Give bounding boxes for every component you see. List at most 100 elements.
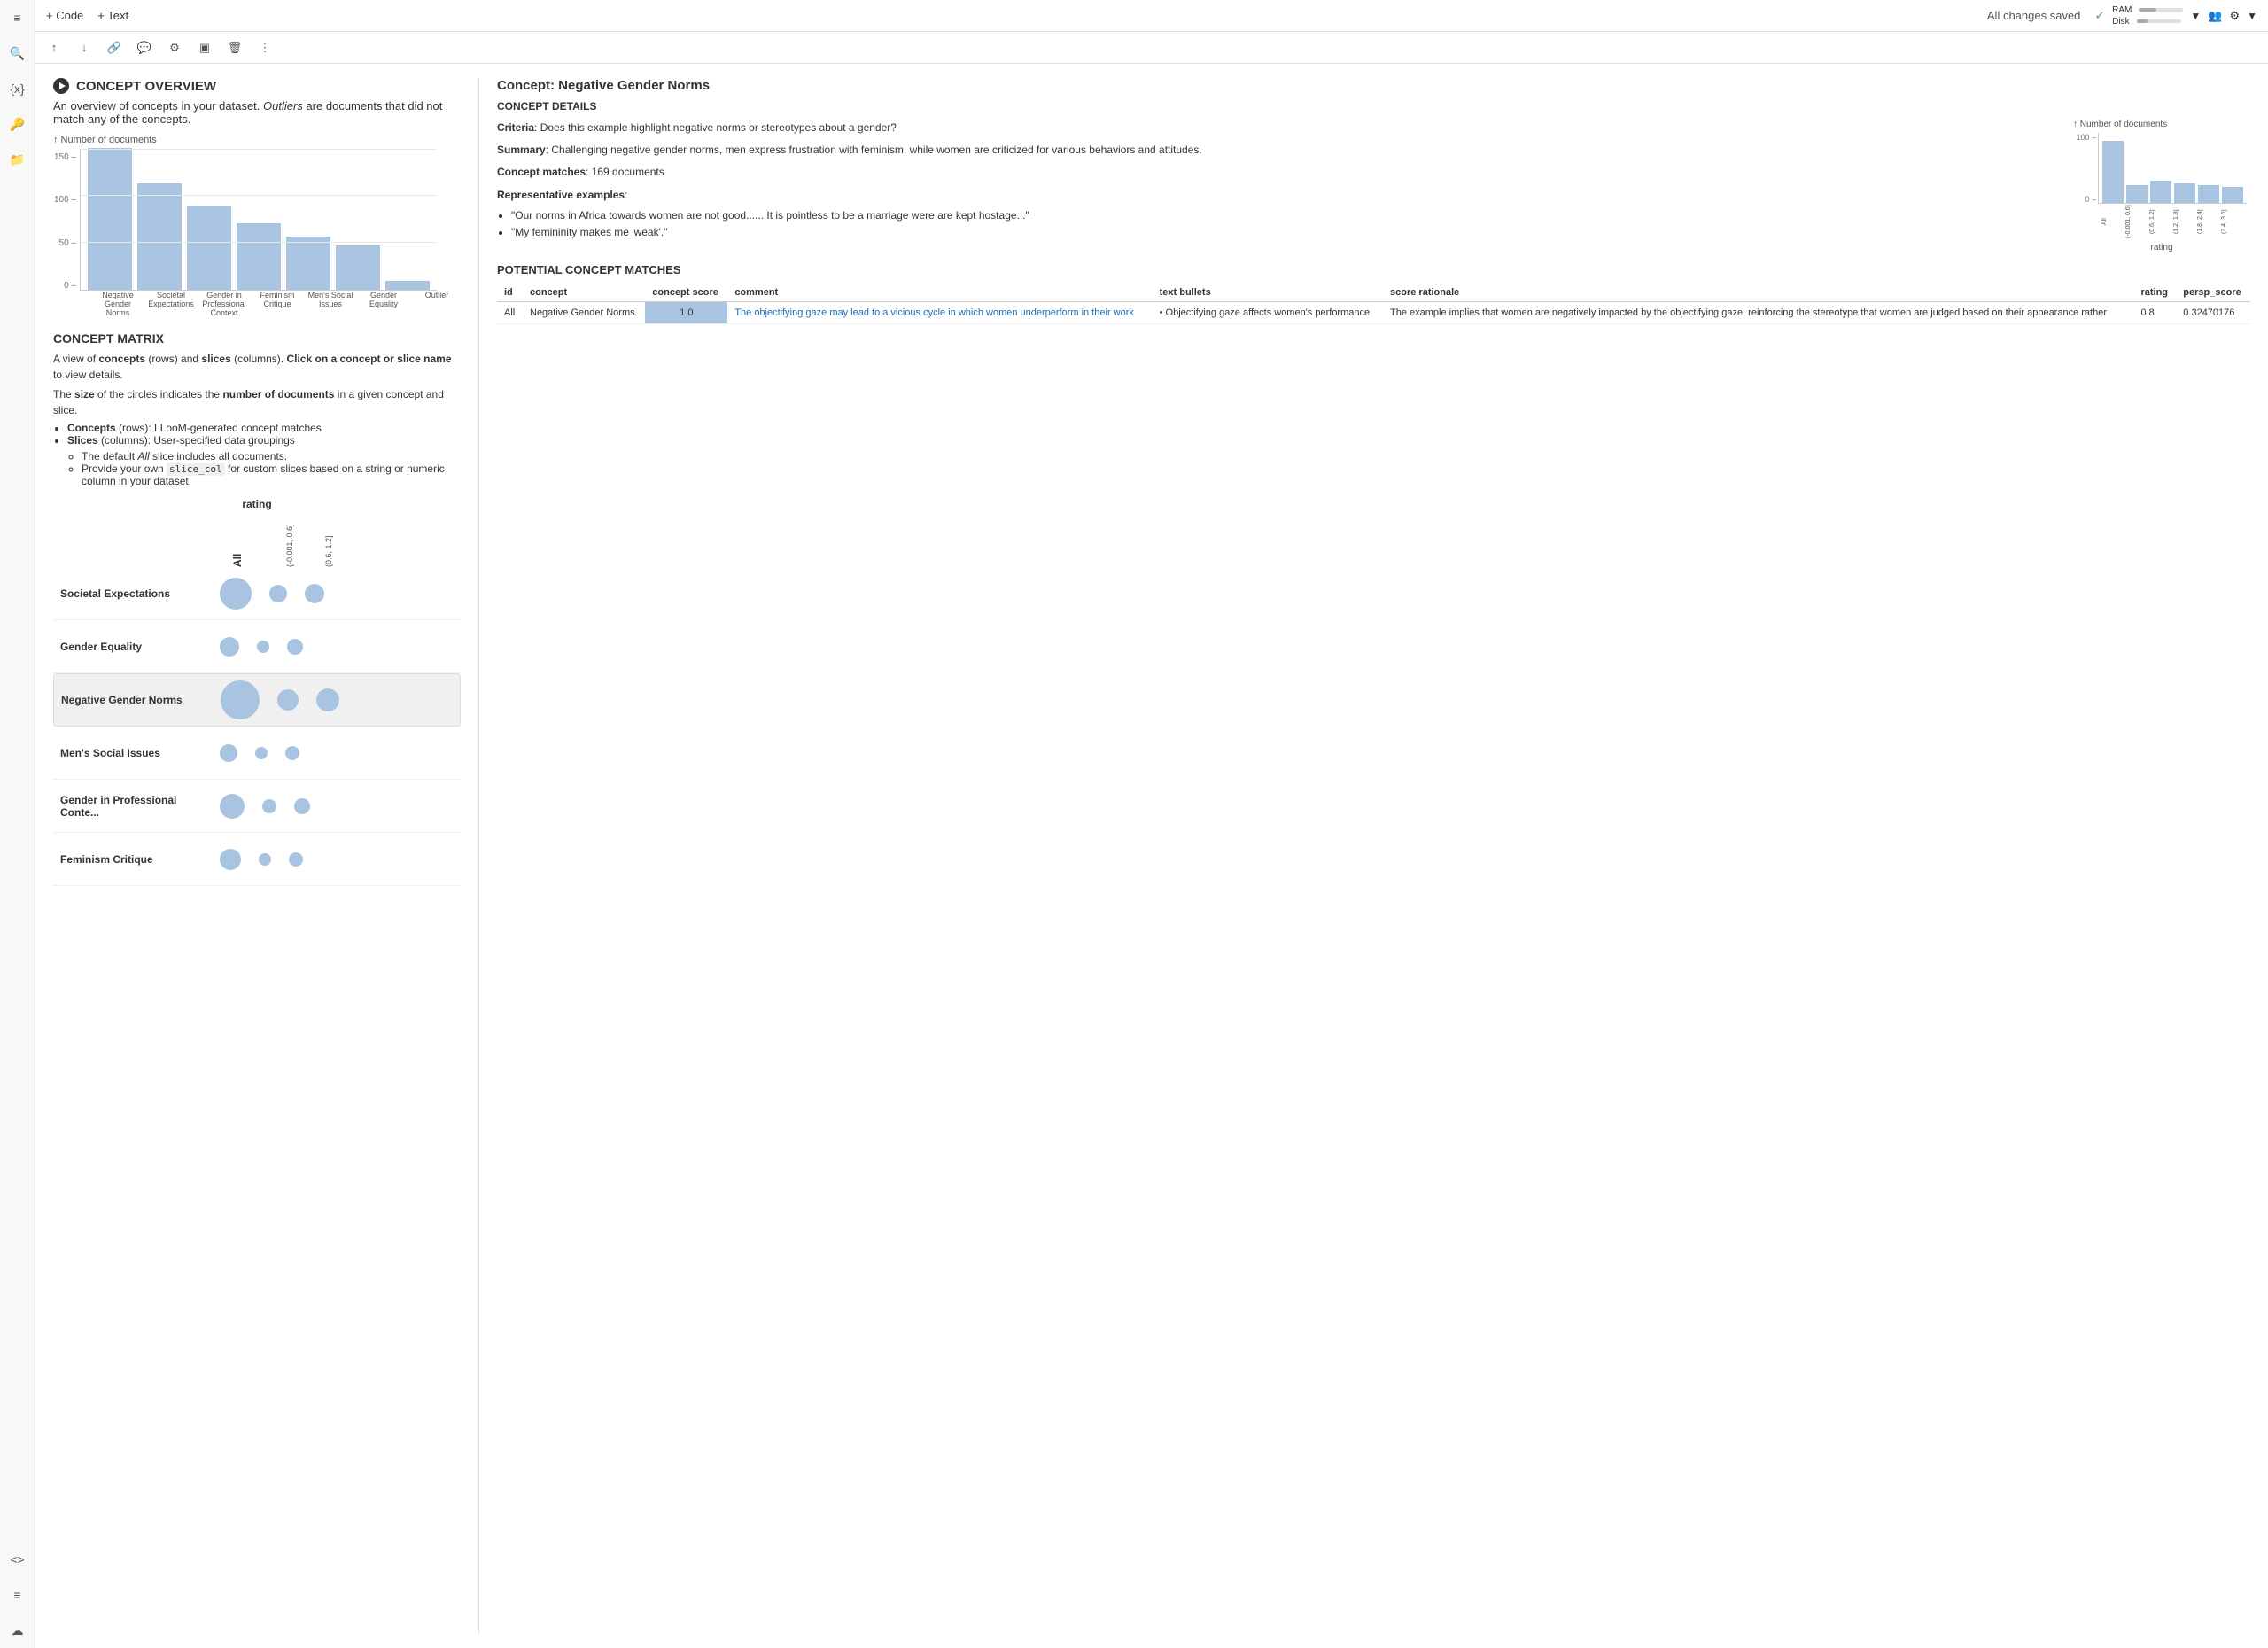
circle-2 — [285, 746, 299, 760]
col-rating[interactable]: rating — [2133, 284, 2176, 302]
bar-gender-professional[interactable] — [187, 206, 231, 290]
row-negative-gender-norms[interactable]: Negative Gender Norms — [53, 673, 461, 727]
sub-bullet-all: The default All slice includes all docum… — [82, 450, 461, 463]
row-feminism-critique[interactable]: Feminism Critique — [53, 833, 461, 886]
col-header-all[interactable]: All — [220, 523, 255, 567]
settings-icon[interactable]: ⚙ — [2229, 9, 2240, 23]
matrix-area: rating All (-0.001, 0.6] (0.6, 1.2] Soci… — [53, 498, 461, 886]
comment-btn[interactable]: 💬 — [133, 36, 156, 59]
matrix-desc-1: A view of concepts (rows) and slices (co… — [53, 351, 461, 383]
sidebar-key-icon[interactable]: 🔑 — [7, 113, 28, 135]
bar-outlier[interactable] — [385, 281, 430, 290]
bullet-concepts: Concepts (rows): LLooM-generated concept… — [67, 422, 461, 434]
label-gender-prof: Gender in Professional Context — [200, 291, 248, 317]
row-societal-expectations[interactable]: Societal Expectations — [53, 567, 461, 620]
cell-rationale: The example implies that women are negat… — [1383, 302, 2133, 324]
cell-rating: 0.8 — [2133, 302, 2176, 324]
gear-btn[interactable]: ⚙ — [163, 36, 186, 59]
cell-comment: The objectifying gaze may lead to a vici… — [727, 302, 1152, 324]
tablet-btn[interactable]: ▣ — [193, 36, 216, 59]
more-btn[interactable]: ⋮ — [253, 36, 276, 59]
bar-fill — [88, 148, 132, 290]
row-mens-social-issues[interactable]: Men's Social Issues — [53, 727, 461, 780]
code-button[interactable]: + Code — [46, 9, 83, 22]
label-societal: Societal Expectations — [147, 291, 195, 317]
col-comment[interactable]: comment — [727, 284, 1152, 302]
circle-all — [220, 578, 252, 610]
bar-societal-expectations[interactable] — [137, 183, 182, 290]
row-gender-equality[interactable]: Gender Equality — [53, 620, 461, 673]
sidebar-list-icon[interactable]: ≡ — [7, 1584, 28, 1605]
bar-labels: Negative Gender Norms Societal Expectati… — [87, 291, 461, 317]
text-button[interactable]: + Text — [97, 9, 128, 22]
col-header-2[interactable]: (0.6, 1.2] — [312, 514, 333, 567]
sidebar-variables-icon[interactable]: {x} — [7, 78, 28, 99]
expand-icon[interactable]: ▼ — [2247, 10, 2257, 22]
sidebar-code-icon[interactable]: <> — [7, 1549, 28, 1570]
sidebar-cloud-icon[interactable]: ☁ — [7, 1620, 28, 1641]
link-btn[interactable]: 🔗 — [103, 36, 126, 59]
circle-2 — [316, 688, 339, 711]
topbar: + Code + Text All changes saved ✓ RAM Di… — [35, 0, 2268, 32]
col-score[interactable]: concept score — [645, 284, 727, 302]
overview-chart: ↑ Number of documents 150 – 100 – 50 – 0… — [53, 135, 461, 317]
play-button[interactable] — [53, 78, 69, 94]
bar-feminism-critique[interactable] — [237, 223, 281, 290]
col-persp[interactable]: persp_score — [2176, 284, 2250, 302]
users-icon[interactable]: 👥 — [2208, 9, 2222, 23]
circle-2 — [294, 798, 310, 814]
concept-grid: Societal Expectations Gender Equality — [53, 567, 461, 886]
trash-btn[interactable]: 🗑 — [223, 36, 246, 59]
detail-section: Criteria: Does this example highlight ne… — [497, 120, 2250, 253]
cell-concept: Negative Gender Norms — [523, 302, 645, 324]
col-header-1[interactable]: (-0.001, 0.6] — [273, 514, 294, 567]
label-negative-gender: Negative Gender Norms — [94, 291, 142, 317]
mini-bar-5 — [2222, 187, 2243, 203]
circle-all — [220, 794, 245, 819]
bar-fill — [187, 206, 231, 290]
dropdown-btn[interactable]: ▼ — [2190, 10, 2201, 22]
down-arrow-btn[interactable]: ↓ — [73, 36, 96, 59]
bar-fill — [237, 223, 281, 290]
matrix-bullets: Concepts (rows): LLooM-generated concept… — [67, 422, 461, 447]
mini-bar-3 — [2174, 183, 2195, 203]
y-axis-label: ↑ Number of documents — [53, 135, 461, 145]
left-panel: CONCEPT OVERVIEW An overview of concepts… — [53, 78, 461, 1634]
col-concept[interactable]: concept — [523, 284, 645, 302]
sidebar-search-icon[interactable]: 🔍 — [7, 43, 28, 64]
row-gender-professional[interactable]: Gender in Professional Conte... — [53, 780, 461, 833]
bullet-slices: Slices (columns): User-specified data gr… — [67, 434, 461, 447]
col-rationale[interactable]: score rationale — [1383, 284, 2133, 302]
bar-gender-equality[interactable] — [336, 245, 380, 290]
bar-fill — [385, 281, 430, 290]
detail-text: Criteria: Does this example highlight ne… — [497, 120, 2059, 253]
concept-matrix-title: CONCEPT MATRIX — [53, 331, 461, 346]
cell-id: All — [497, 302, 523, 324]
table-row[interactable]: All Negative Gender Norms 1.0 The object… — [497, 302, 2250, 324]
bar-fill — [137, 183, 182, 290]
mini-bar-all — [2102, 141, 2124, 203]
bar-fill — [336, 245, 380, 290]
sub-bullet-slicecol: Provide your own slice_col for custom sl… — [82, 463, 461, 487]
bar-negative-gender-norms[interactable] — [88, 148, 132, 290]
circle-2 — [289, 852, 303, 867]
bar-mens-social[interactable] — [286, 237, 330, 290]
col-id[interactable]: id — [497, 284, 523, 302]
up-arrow-btn[interactable]: ↑ — [43, 36, 66, 59]
circle-1 — [259, 853, 271, 866]
sidebar: ≡ 🔍 {x} 🔑 📁 <> ≡ ☁ — [0, 0, 35, 1648]
mini-bar-2 — [2150, 181, 2171, 203]
mini-y-ticks: 100 – 0 – — [2073, 133, 2098, 204]
rating-label: rating — [53, 498, 461, 510]
bar-chart — [80, 149, 437, 291]
label-feminism: Feminism Critique — [253, 291, 301, 317]
circle-2 — [305, 584, 324, 603]
col-bullets[interactable]: text bullets — [1153, 284, 1383, 302]
potential-matches-title: POTENTIAL CONCEPT MATCHES — [497, 263, 2250, 276]
grid-line-1 — [81, 195, 437, 196]
matrix-col-headers: All (-0.001, 0.6] (0.6, 1.2] — [213, 514, 461, 567]
sidebar-menu-icon[interactable]: ≡ — [7, 7, 28, 28]
sidebar-folder-icon[interactable]: 📁 — [7, 149, 28, 170]
circle-all — [220, 849, 241, 870]
matrix-desc-2: The size of the circles indicates the nu… — [53, 386, 461, 418]
